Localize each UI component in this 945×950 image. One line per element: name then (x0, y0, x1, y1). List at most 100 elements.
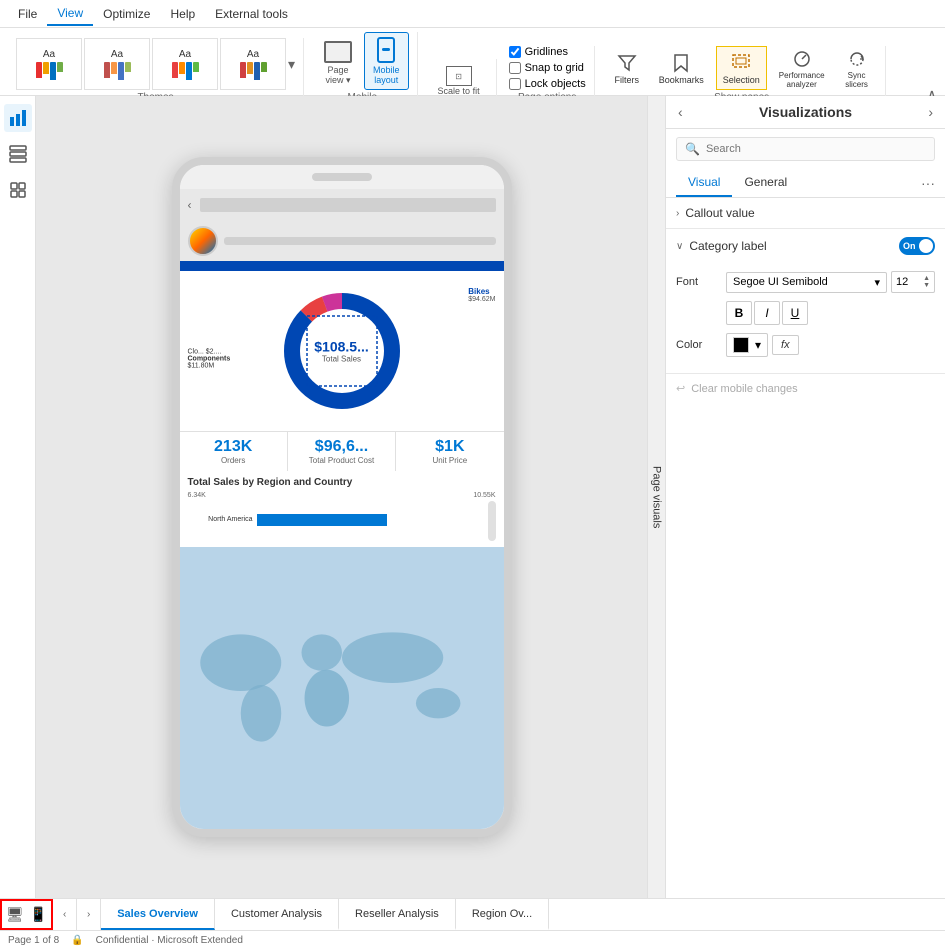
main-wrapper: ‹ (0, 96, 945, 950)
sync-slicers-button[interactable]: Sync slicers (837, 43, 877, 93)
page-tabs-bar: 🖥 📱 ‹ › Sales Overview Customer Analysis… (0, 898, 945, 930)
kpi-orders-value: 213K (184, 438, 283, 456)
menu-help[interactable]: Help (160, 3, 205, 25)
gridlines-checkbox[interactable] (509, 46, 521, 58)
ribbon-mobile-section: Page view ▾ Mobile layout Mobile (308, 32, 418, 103)
tab-region-overview[interactable]: Region Ov... (456, 899, 549, 930)
sidebar-visualizations-icon[interactable] (4, 104, 32, 132)
clear-mobile-icon: ↩ (676, 382, 685, 395)
ribbon-page-options-section: Gridlines Snap to grid Lock objects Page… (501, 46, 595, 103)
themes-dropdown[interactable]: ▾ (288, 56, 295, 73)
kpi-row: 213K Orders $96,6... Total Product Cost … (180, 431, 504, 471)
gridlines-label: Gridlines (525, 46, 568, 58)
donut-value: $108.5... (314, 339, 369, 355)
font-family-value: Segoe UI Semibold (733, 276, 828, 288)
category-label-section: ∨ Category label On Font (666, 229, 945, 374)
sidebar-format-icon[interactable] (4, 176, 32, 204)
mobile-view-icon[interactable]: 📱 (30, 906, 47, 923)
ribbon: Aa Aa (0, 28, 945, 96)
menu-view[interactable]: View (47, 2, 93, 26)
lock-objects-label: Lock objects (525, 78, 586, 90)
tab-general[interactable]: General (732, 169, 799, 197)
desktop-view-icon[interactable]: 🖥 (6, 906, 24, 923)
theme-3[interactable]: Aa (152, 38, 218, 90)
underline-button[interactable]: U (782, 301, 808, 325)
bookmark-icon (669, 51, 693, 75)
color-swatch (733, 337, 749, 353)
fx-button[interactable]: fx (772, 335, 799, 355)
panel-back-chevron[interactable]: ‹ (678, 104, 683, 120)
canvas-area: ‹ (36, 96, 647, 898)
bookmarks-button[interactable]: Bookmarks (653, 47, 710, 89)
kpi-orders: 213K Orders (180, 432, 288, 471)
font-select-chevron-icon: ▾ (874, 276, 880, 289)
panel-forward-chevron[interactable]: › (928, 104, 933, 120)
tab-visual[interactable]: Visual (676, 169, 732, 197)
menu-external-tools[interactable]: External tools (205, 3, 298, 25)
callout-value-header[interactable]: › Callout value (666, 198, 945, 228)
theme-1[interactable]: Aa (16, 38, 82, 90)
search-icon: 🔍 (685, 142, 700, 156)
lock-objects-checkbox[interactable] (509, 78, 521, 90)
theme-2[interactable]: Aa (84, 38, 150, 90)
filters-button[interactable]: Filters (607, 47, 647, 89)
page-nav-next[interactable]: › (77, 899, 101, 930)
donut-legend: Bikes $94.62M (468, 287, 495, 303)
sidebar-data-icon[interactable] (4, 140, 32, 168)
page-info: Page 1 of 8 (8, 935, 59, 946)
filter-icon (615, 51, 639, 75)
tab-more-options[interactable]: ··· (921, 175, 935, 191)
page-view-button[interactable]: Page view ▾ (316, 37, 360, 90)
category-label-toggle[interactable]: On (899, 237, 935, 255)
category-chevron-icon: ∨ (676, 241, 683, 252)
font-family-select[interactable]: Segoe UI Semibold ▾ (726, 272, 887, 293)
color-picker[interactable]: ▾ (726, 333, 768, 357)
panel-title: Visualizations (759, 104, 852, 120)
callout-value-title: Callout value (685, 206, 935, 220)
toggle-knob (919, 239, 933, 253)
scale-to-fit-button[interactable]: ⊡ Scale to fit (430, 62, 488, 100)
font-size-input[interactable]: 12 ▲▼ (891, 271, 935, 293)
tab-reseller-analysis[interactable]: Reseller Analysis (339, 899, 456, 930)
category-label-header[interactable]: ∨ Category label On (666, 229, 945, 263)
search-box[interactable]: 🔍 (676, 137, 935, 161)
mobile-layout-button[interactable]: Mobile layout (364, 32, 409, 90)
kpi-price-value: $1K (400, 438, 499, 456)
left-sidebar (0, 96, 36, 898)
phone-logo (188, 226, 218, 256)
menu-file[interactable]: File (8, 3, 47, 25)
tab-customer-analysis[interactable]: Customer Analysis (215, 899, 339, 930)
format-sections: › Callout value ∨ Category label On (666, 198, 945, 898)
page-visuals-tab[interactable]: Page visuals (647, 96, 665, 898)
phone-brand-bar (224, 237, 496, 245)
bar-chart-area: Total Sales by Region and Country 6.34K … (180, 471, 504, 547)
right-panel-wrapper: Page visuals ‹ Visualizations › 🔍 Visual (647, 96, 945, 898)
selection-button[interactable]: Selection (716, 46, 767, 90)
bar-chart-scale: 6.34K 10.55K (188, 492, 496, 499)
sync-icon (845, 47, 869, 71)
lock-objects-checkbox-row[interactable]: Lock objects (509, 76, 586, 92)
content-row: ‹ (0, 96, 945, 898)
clear-mobile-changes-row: ↩ Clear mobile changes (666, 374, 945, 403)
viz-tabs: Visual General ··· (666, 169, 945, 198)
gridlines-checkbox-row[interactable]: Gridlines (509, 44, 586, 60)
clear-mobile-changes-label: Clear mobile changes (691, 383, 797, 395)
phone-notch (312, 173, 372, 181)
search-input[interactable] (706, 143, 926, 155)
lock-icon: 🔒 (71, 935, 83, 946)
menu-optimize[interactable]: Optimize (93, 3, 160, 25)
phone-brand-header (180, 221, 504, 261)
snap-to-grid-checkbox[interactable] (509, 62, 521, 74)
theme-4[interactable]: Aa (220, 38, 286, 90)
legend-bikes: Bikes (468, 287, 495, 296)
performance-analyzer-button[interactable]: Performance analyzer (773, 43, 831, 93)
phone-title-bar (200, 198, 496, 212)
snap-to-grid-checkbox-row[interactable]: Snap to grid (509, 60, 586, 76)
tab-sales-overview[interactable]: Sales Overview (101, 899, 215, 930)
map-area (180, 547, 504, 829)
scale-min: 6.34K (188, 492, 206, 499)
phone-back-button[interactable]: ‹ (188, 198, 192, 212)
italic-button[interactable]: I (754, 301, 780, 325)
page-nav-prev[interactable]: ‹ (53, 899, 77, 930)
bold-button[interactable]: B (726, 301, 752, 325)
